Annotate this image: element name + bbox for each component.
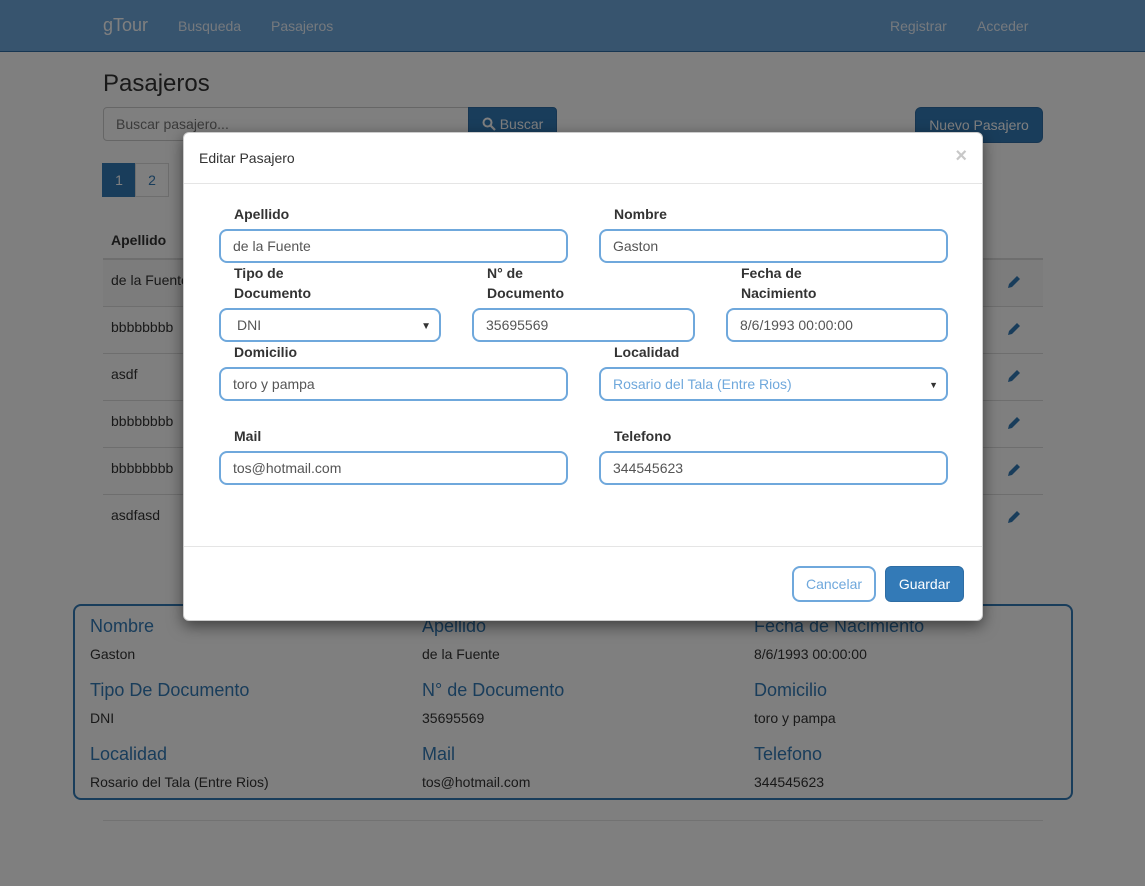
fecha-nacimiento-input[interactable]: 8/6/1993 00:00:00 [726,308,948,342]
chevron-down-icon: ▼ [421,321,431,332]
telefono-value: 344545623 [613,460,684,476]
domicilio-label: Domicilio [234,344,298,360]
mail-value: tos@hotmail.com [233,460,342,476]
tipo-documento-select[interactable]: DNI ▼ [219,308,441,342]
telefono-input[interactable]: 344545623 [599,451,948,485]
edit-passenger-modal: Editar Pasajero × Apellido de la Fuente … [183,132,983,621]
mail-label: Mail [234,428,262,444]
telefono-label: Telefono [614,428,672,444]
apellido-input[interactable]: de la Fuente [219,229,568,263]
apellido-input-value: de la Fuente [233,238,311,254]
num-documento-value: 35695569 [486,317,549,333]
num-documento-label-line2: Documento [487,285,564,301]
fecha-nacimiento-label-line1: Fecha de [741,265,802,281]
tipo-documento-value: DNI [237,317,262,333]
nombre-label: Nombre [614,206,667,222]
fecha-nacimiento-value: 8/6/1993 00:00:00 [740,317,853,333]
mail-input[interactable]: tos@hotmail.com [219,451,568,485]
fecha-nacimiento-label-line2: Nacimiento [741,285,817,301]
localidad-value: Rosario del Tala (Entre Rios) [613,376,792,392]
domicilio-value: toro y pampa [233,376,315,392]
save-button[interactable]: Guardar [885,566,964,602]
num-documento-input[interactable]: 35695569 [472,308,695,342]
nombre-input[interactable]: Gaston [599,229,948,263]
tipo-documento-label-line2: Documento [234,285,311,301]
num-documento-label-line1: N° de [487,265,523,281]
modal-header-divider [184,183,982,184]
localidad-select[interactable]: Rosario del Tala (Entre Rios) ▼ [599,367,948,401]
domicilio-input[interactable]: toro y pampa [219,367,568,401]
chevron-down-icon: ▼ [929,380,938,390]
apellido-label: Apellido [234,206,290,222]
tipo-documento-label-line1: Tipo de [234,265,284,281]
close-icon[interactable]: × [955,146,967,166]
localidad-label: Localidad [614,344,680,360]
modal-title: Editar Pasajero [199,150,295,166]
modal-footer-divider [184,546,982,547]
nombre-input-value: Gaston [613,238,659,254]
cancel-button[interactable]: Cancelar [792,566,876,602]
